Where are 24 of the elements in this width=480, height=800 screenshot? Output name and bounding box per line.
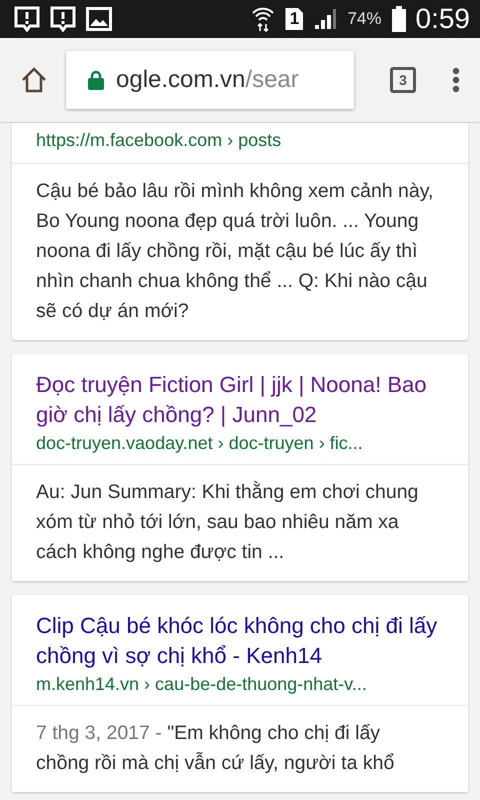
result-url: doc-truyen.vaoday.net › doc-truyen › fic...	[36, 432, 364, 455]
result-url: https://m.facebook.com › posts	[36, 129, 282, 152]
tab-switcher-button[interactable]: 3	[390, 67, 416, 93]
battery-percent: 74%	[347, 9, 382, 29]
more-icon	[452, 67, 460, 93]
home-icon[interactable]	[20, 66, 48, 94]
alert-icon	[50, 6, 76, 32]
url-field[interactable]: ogle.com.vn/sear	[66, 51, 354, 109]
lock-icon	[88, 70, 104, 90]
result-title[interactable]: Đọc truyện Fiction Girl | jjk | Noona! Bao giờ chị lấy chồng? | Junn_02	[36, 370, 444, 430]
url-host: ogle.com.vn	[116, 66, 246, 93]
signal-icon	[313, 7, 338, 31]
result-snippet: Cậu bé bảo lâu rồi mình không xem cảnh này, Bo Young noona đẹp quá trời luôn. ... Young noona đi lấy chồng rồi, mặt cậu bé lúc ấy thì nhìn chanh chua không thể ... Q: Khi nào cậu sẽ có dự án mới?	[35, 179, 434, 324]
image-icon	[86, 7, 112, 31]
battery-icon	[392, 6, 406, 32]
sim-card-label: 1	[285, 8, 304, 30]
clock-time: 0:59	[416, 3, 470, 35]
wifi-icon	[251, 6, 276, 32]
result-snippet: Au: Jun Summary: Khi thằng em chơi chung xóm từ nhỏ tới lớn, sau bao nhiêu năm xa cách không nghe được tin ...	[35, 480, 420, 565]
result-url: m.kenh14.vn › cau-be-de-thuong-nhat-v...	[36, 673, 368, 696]
alert-icon	[14, 6, 40, 32]
result-title[interactable]: Clip Cậu bé khóc lóc không cho chị đi lấy chồng vì sợ chị khổ - Kenh14	[36, 611, 444, 671]
url-path: /sear	[245, 66, 299, 93]
result-snippet: 7 thg 3, 2017 - "Em không cho chị đi lấy chồng rồi mà chị vẫn cứ lấy, người ta khổ	[35, 721, 396, 776]
